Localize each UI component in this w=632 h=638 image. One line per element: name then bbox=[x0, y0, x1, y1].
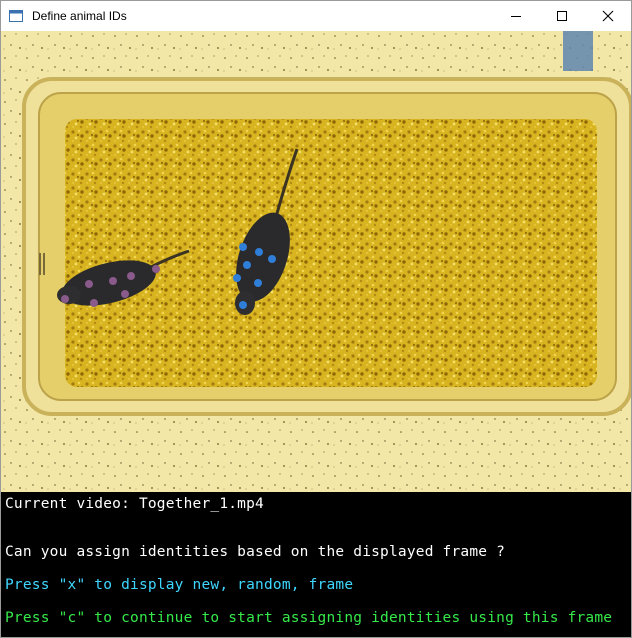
bedding bbox=[65, 119, 597, 387]
close-button[interactable] bbox=[585, 1, 631, 31]
maximize-button[interactable] bbox=[539, 1, 585, 31]
minimize-button[interactable] bbox=[493, 1, 539, 31]
title-bar[interactable]: Define animal IDs bbox=[1, 1, 631, 31]
maximize-icon bbox=[557, 11, 567, 21]
video-frame[interactable] bbox=[1, 31, 631, 492]
window-title: Define animal IDs bbox=[32, 9, 127, 23]
instruction-continue: Press "c" to continue to start assigning… bbox=[5, 610, 613, 626]
info-panel: Current video: Together_1.mp4 Can you as… bbox=[1, 492, 631, 637]
cage-clip bbox=[39, 253, 41, 275]
background-object bbox=[563, 31, 593, 71]
app-window: Define animal IDs Current video: Togethe… bbox=[0, 0, 632, 638]
minimize-icon bbox=[511, 16, 521, 17]
question-text: Can you assign identities based on the d… bbox=[5, 544, 506, 560]
window-controls bbox=[493, 1, 631, 31]
current-video-label: Current video: Together_1.mp4 bbox=[5, 496, 264, 512]
close-icon bbox=[602, 10, 614, 22]
instruction-new-frame: Press "x" to display new, random, frame bbox=[5, 577, 354, 593]
cage-clip bbox=[43, 253, 45, 275]
video-frame-image bbox=[1, 31, 631, 492]
app-icon bbox=[9, 10, 23, 22]
